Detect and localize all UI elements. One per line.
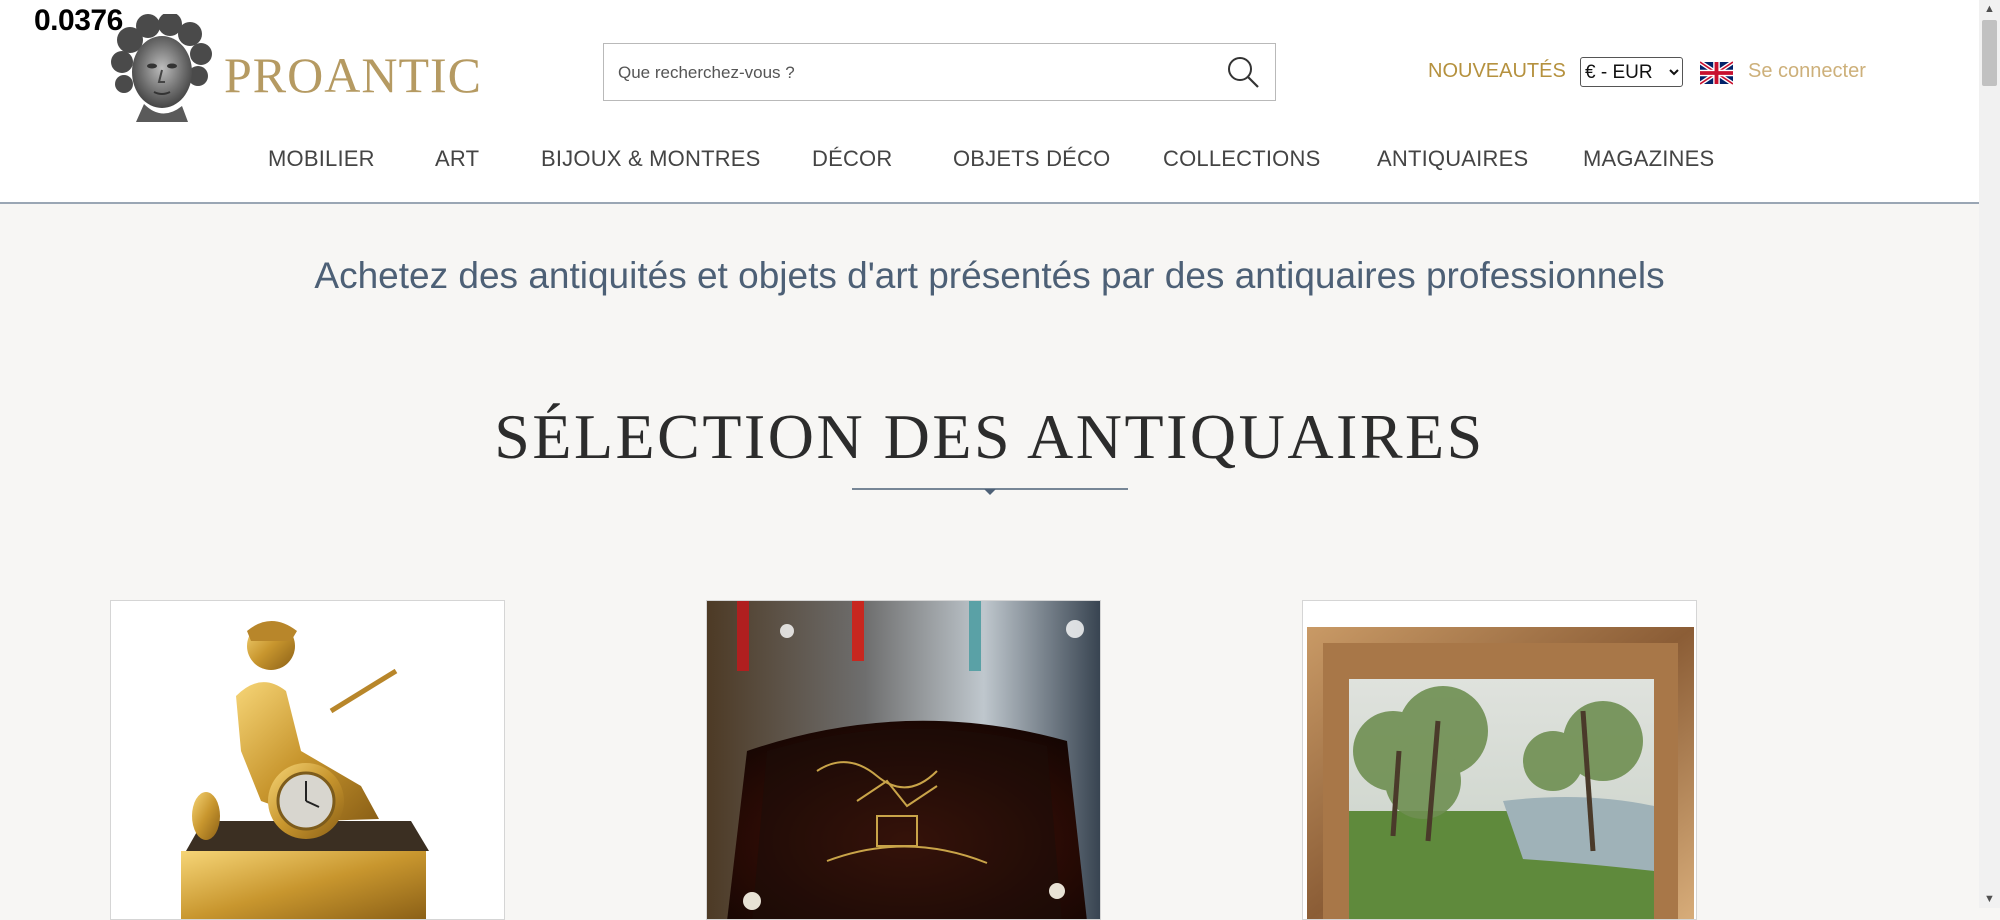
nav-item-bijoux-montres[interactable]: BIJOUX & MONTRES — [541, 146, 761, 172]
product-card-3[interactable] — [1302, 600, 1697, 920]
framed-landscape-painting-image — [1303, 601, 1696, 919]
nav-item-mobilier[interactable]: MOBILIER — [268, 146, 375, 172]
scroll-down-icon[interactable]: ▼ — [1979, 890, 2000, 908]
nav-item-objets-deco[interactable]: OBJETS DÉCO — [953, 146, 1110, 172]
nav-item-magazines[interactable]: MAGAZINES — [1583, 146, 1714, 172]
main-nav: MOBILIER ART BIJOUX & MONTRES DÉCOR OBJE… — [0, 146, 1979, 182]
nav-item-decor[interactable]: DÉCOR — [812, 146, 892, 172]
login-link[interactable]: Se connecter — [1748, 60, 1866, 83]
gilt-bronze-mantel-clock-image — [111, 601, 504, 919]
product-card-1[interactable] — [110, 600, 505, 920]
score-overlay: 0.0376 — [34, 4, 123, 37]
logo-bust-icon[interactable] — [108, 14, 212, 122]
logo-text[interactable]: PROANTIC — [224, 46, 482, 104]
search-bar — [603, 43, 1276, 101]
site-header: PROANTIC NOUVEAUTÉS € - EUR Se connecter… — [0, 0, 1979, 204]
title-divider — [852, 488, 1128, 495]
scroll-up-icon[interactable]: ▲ — [1979, 0, 2000, 18]
section-title: SÉLECTION DES ANTIQUAIRES — [494, 401, 1485, 472]
search-icon[interactable] — [1225, 54, 1261, 90]
currency-select[interactable]: € - EUR — [1580, 57, 1683, 87]
search-input[interactable] — [616, 44, 1210, 101]
page-scrollbar[interactable]: ▲ ▼ — [1979, 0, 2000, 908]
product-card-2[interactable] — [706, 600, 1101, 920]
chinoiserie-lacquer-box-image — [707, 601, 1100, 919]
nouveautes-link[interactable]: NOUVEAUTÉS — [1428, 60, 1566, 83]
uk-flag-icon[interactable] — [1700, 61, 1733, 85]
nav-item-antiquaires[interactable]: ANTIQUAIRES — [1377, 146, 1528, 172]
scrollbar-thumb[interactable] — [1982, 20, 1997, 86]
page-tagline: Achetez des antiquités et objets d'art p… — [314, 255, 1665, 296]
nav-item-collections[interactable]: COLLECTIONS — [1163, 146, 1320, 172]
nav-item-art[interactable]: ART — [435, 146, 479, 172]
